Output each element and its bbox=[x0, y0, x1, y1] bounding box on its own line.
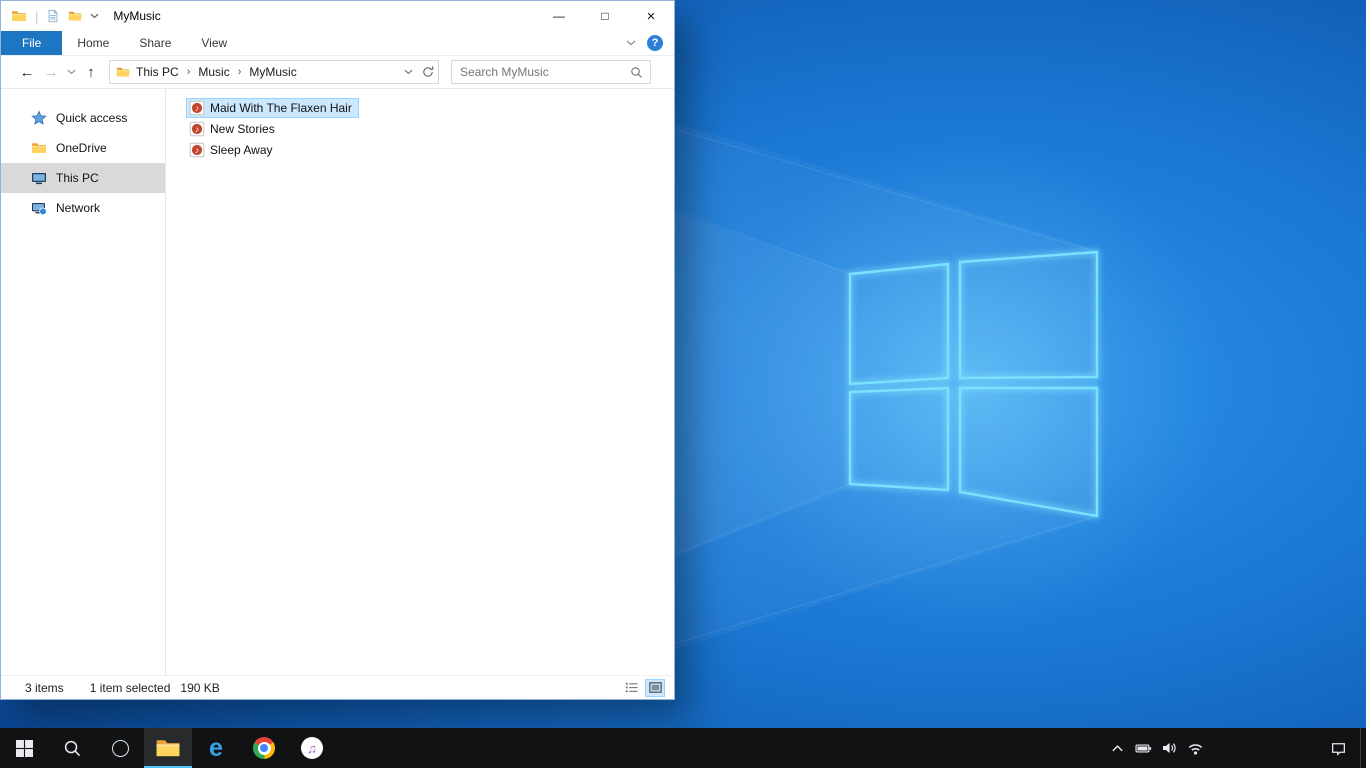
breadcrumb-this-pc[interactable]: This PC bbox=[130, 61, 185, 83]
file-item-maid-with-the-flaxen-hair[interactable]: Maid With The Flaxen Hair bbox=[186, 98, 359, 118]
status-selection-size: 190 KB bbox=[180, 680, 220, 695]
properties-icon[interactable] bbox=[46, 9, 60, 23]
quick-access-toolbar: | bbox=[1, 8, 99, 24]
cortana-icon bbox=[111, 739, 129, 757]
address-bar-controls bbox=[398, 61, 438, 83]
customize-toolbar-chevron-icon[interactable] bbox=[90, 13, 99, 19]
search-icon[interactable] bbox=[630, 66, 643, 79]
chrome-icon bbox=[253, 737, 275, 759]
show-desktop-button[interactable] bbox=[1360, 728, 1366, 768]
file-name: Maid With The Flaxen Hair bbox=[210, 101, 352, 115]
internet-explorer-button[interactable]: e bbox=[192, 728, 240, 768]
caption-buttons: — □ × bbox=[536, 1, 674, 31]
navigation-bar: ← → ↑ This PC › Music › MyMusic bbox=[1, 56, 674, 89]
music-file-icon bbox=[189, 100, 205, 116]
back-button[interactable]: ← bbox=[15, 60, 39, 84]
tray-battery-button[interactable] bbox=[1130, 728, 1156, 768]
new-folder-icon[interactable] bbox=[68, 9, 82, 23]
sidebar-item-this-pc[interactable]: This PC bbox=[1, 163, 165, 193]
system-tray bbox=[1104, 728, 1366, 768]
sidebar-item-label: OneDrive bbox=[56, 141, 107, 155]
desktop: | MyMusic — □ × File Home Share View ? ←… bbox=[0, 0, 1366, 768]
sidebar-item-label: This PC bbox=[56, 171, 99, 185]
itunes-icon: ♫ bbox=[301, 737, 323, 759]
file-name: Sleep Away bbox=[210, 143, 273, 157]
action-center-icon bbox=[1330, 740, 1347, 757]
tab-share[interactable]: Share bbox=[124, 31, 186, 55]
star-icon bbox=[31, 110, 47, 126]
tray-show-hidden-icons-button[interactable] bbox=[1104, 728, 1130, 768]
search-input[interactable] bbox=[460, 65, 630, 79]
file-item-new-stories[interactable]: New Stories bbox=[186, 119, 282, 139]
status-selection: 1 item selected bbox=[89, 680, 171, 695]
details-view-button[interactable] bbox=[621, 679, 641, 697]
up-button[interactable]: ↑ bbox=[79, 60, 103, 84]
search-icon bbox=[63, 739, 82, 758]
tray-network-button[interactable] bbox=[1182, 728, 1208, 768]
internet-explorer-icon: e bbox=[209, 733, 223, 762]
status-bar: 3 items 1 item selected 190 KB bbox=[1, 675, 674, 699]
breadcrumb-mymusic[interactable]: MyMusic bbox=[243, 61, 302, 83]
close-button[interactable]: × bbox=[628, 1, 674, 31]
breadcrumb-separator-icon: › bbox=[186, 66, 191, 78]
window-title: MyMusic bbox=[113, 9, 161, 23]
taskbar: e ♫ bbox=[0, 728, 1366, 768]
wifi-icon bbox=[1187, 740, 1204, 757]
view-toggles bbox=[621, 678, 674, 697]
title-bar[interactable]: | MyMusic — □ × bbox=[1, 1, 674, 31]
network-icon bbox=[31, 200, 47, 216]
file-name: New Stories bbox=[210, 122, 275, 136]
taskbar-file-explorer-button[interactable] bbox=[144, 728, 192, 768]
expand-ribbon-chevron-icon[interactable] bbox=[626, 40, 636, 46]
explorer-main: Quick access OneDrive This PC Network Ma… bbox=[1, 89, 674, 675]
toolbar-separator: | bbox=[35, 8, 39, 24]
minimize-button[interactable]: — bbox=[536, 1, 582, 31]
help-button[interactable]: ? bbox=[647, 35, 663, 51]
file-explorer-icon bbox=[155, 735, 181, 761]
sidebar-item-label: Network bbox=[56, 201, 101, 215]
file-explorer-window: | MyMusic — □ × File Home Share View ? ←… bbox=[0, 0, 675, 700]
taskbar-search-button[interactable] bbox=[48, 728, 96, 768]
action-center-button[interactable] bbox=[1316, 728, 1360, 768]
ribbon-tabs: File Home Share View ? bbox=[1, 31, 674, 56]
chevron-up-icon bbox=[1110, 741, 1125, 756]
start-button[interactable] bbox=[0, 728, 48, 768]
navigation-pane: Quick access OneDrive This PC Network bbox=[1, 89, 166, 675]
forward-button[interactable]: → bbox=[39, 60, 63, 84]
ribbon-right-controls: ? bbox=[626, 31, 674, 55]
sidebar-item-quick-access[interactable]: Quick access bbox=[1, 103, 165, 133]
volume-icon bbox=[1161, 740, 1177, 756]
file-list[interactable]: Maid With The Flaxen Hair New Stories Sl… bbox=[166, 89, 674, 675]
cortana-button[interactable] bbox=[96, 728, 144, 768]
address-bar[interactable]: This PC › Music › MyMusic bbox=[109, 60, 439, 84]
maximize-button[interactable]: □ bbox=[582, 1, 628, 31]
window-folder-icon bbox=[11, 8, 27, 24]
file-item-sleep-away[interactable]: Sleep Away bbox=[186, 140, 280, 160]
start-icon bbox=[16, 740, 33, 757]
breadcrumb-separator-icon: › bbox=[237, 66, 242, 78]
sidebar-item-network[interactable]: Network bbox=[1, 193, 165, 223]
music-file-icon bbox=[189, 121, 205, 137]
battery-icon bbox=[1135, 740, 1152, 757]
tab-home[interactable]: Home bbox=[62, 31, 124, 55]
search-box[interactable] bbox=[451, 60, 651, 84]
address-dropdown-chevron-icon[interactable] bbox=[398, 61, 418, 83]
refresh-icon[interactable] bbox=[418, 61, 438, 83]
breadcrumb-music[interactable]: Music bbox=[192, 61, 235, 83]
address-folder-icon bbox=[116, 65, 130, 79]
chrome-button[interactable] bbox=[240, 728, 288, 768]
music-file-icon bbox=[189, 142, 205, 158]
computer-icon bbox=[31, 170, 47, 186]
status-item-count: 3 items bbox=[25, 680, 64, 695]
sidebar-item-label: Quick access bbox=[56, 111, 128, 125]
itunes-button[interactable]: ♫ bbox=[288, 728, 336, 768]
tray-volume-button[interactable] bbox=[1156, 728, 1182, 768]
folder-icon bbox=[31, 140, 47, 156]
tab-file[interactable]: File bbox=[1, 31, 63, 55]
sidebar-item-onedrive[interactable]: OneDrive bbox=[1, 133, 165, 163]
large-icons-view-button[interactable] bbox=[645, 678, 665, 697]
tab-view[interactable]: View bbox=[186, 31, 242, 55]
recent-locations-chevron-icon[interactable] bbox=[63, 60, 79, 84]
